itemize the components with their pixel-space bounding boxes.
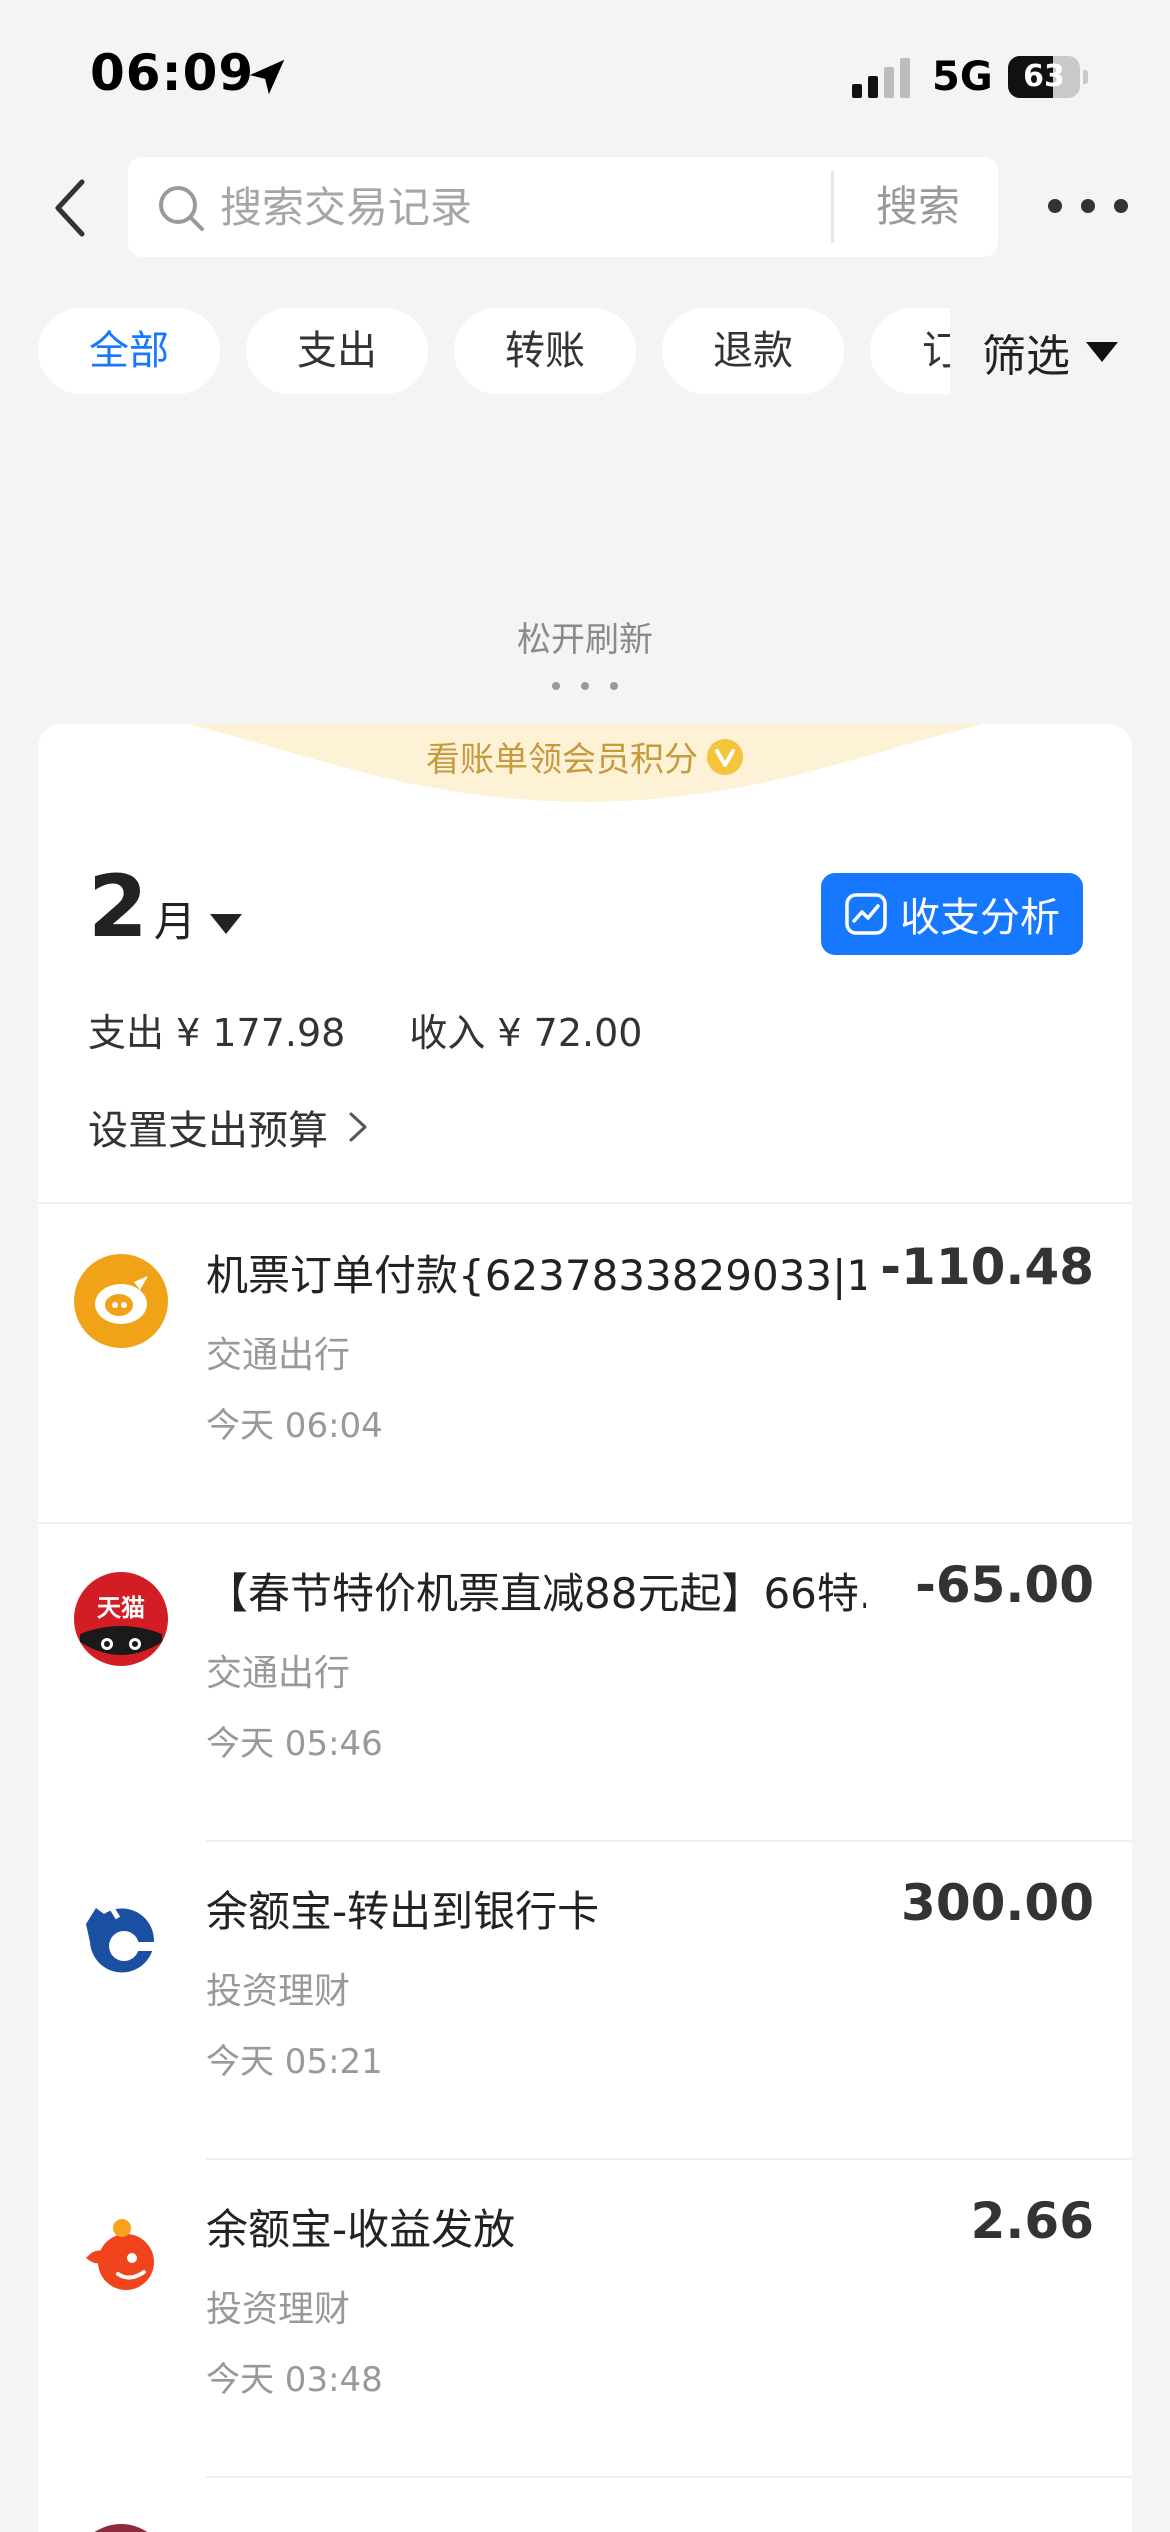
filter-button[interactable]: 筛选 <box>982 312 1118 392</box>
battery-percent: 63 <box>1023 59 1065 94</box>
filter-label: 筛选 <box>982 331 1070 382</box>
analysis-label: 收支分析 <box>900 895 1060 941</box>
trend-chart-icon <box>845 893 887 935</box>
battery-icon: 63 <box>1008 56 1088 98</box>
caret-down-icon <box>1086 342 1118 362</box>
vip-badge-icon <box>707 738 743 775</box>
month-unit: 月 <box>153 897 196 946</box>
divider <box>206 2476 1132 2478</box>
transaction-title: 余额宝-收益发放 <box>206 2205 516 2254</box>
transaction-category: 投资理财 <box>206 1971 351 2012</box>
chip-all[interactable]: 全部 <box>38 308 220 394</box>
transaction-time: 今天 05:46 <box>206 1724 383 1764</box>
transaction-amount: 300.00 <box>901 1874 1094 1932</box>
status-bar: 06:09 5G 63 <box>0 0 1170 150</box>
transaction-time: 今天 03:48 <box>206 2360 383 2400</box>
search-divider <box>831 171 834 243</box>
bill-card: 看账单领会员积分 2 月 收支分析 支出 ¥ 177.98 收入 ¥ 72.00… <box>38 724 1132 2532</box>
transaction-row[interactable]: 天猫 【春节特价机票直减88元起】66特... -65.00 交通出行 今天 0… <box>38 1522 1132 1840</box>
tmall-logo-text: 天猫 <box>97 1594 145 1622</box>
next-transaction-icon <box>94 2524 148 2532</box>
expense-total: 支出 ¥ 177.98 <box>88 1011 346 1055</box>
bank-logo-icon <box>86 1900 160 1973</box>
chevron-right-icon <box>349 1112 367 1142</box>
location-arrow-icon <box>249 59 285 95</box>
transaction-title: 机票订单付款{6237833829033|1... <box>206 1251 866 1300</box>
signal-icon <box>852 58 910 98</box>
search-button[interactable]: 搜索 <box>838 157 998 257</box>
chip-refund[interactable]: 退款 <box>662 308 844 394</box>
transaction-row[interactable]: 余额宝-收益发放 2.66 投资理财 今天 03:48 <box>38 2158 1132 2476</box>
set-budget-link[interactable]: 设置支出预算 <box>88 1098 370 1156</box>
pull-refresh-text: 松开刷新 <box>517 620 653 660</box>
transaction-row[interactable]: 余额宝-转出到银行卡 300.00 投资理财 今天 05:21 <box>38 1840 1132 2158</box>
more-dot-icon <box>1048 199 1062 213</box>
income-total: 收入 ¥ 72.00 <box>409 1011 643 1055</box>
transaction-title: 余额宝-转出到银行卡 <box>206 1887 600 1936</box>
transaction-row[interactable]: 机票订单付款{6237833829033|1... -110.48 交通出行 今… <box>38 1204 1132 1522</box>
back-button[interactable] <box>40 170 100 246</box>
transaction-time: 今天 06:04 <box>206 1406 383 1446</box>
transaction-category: 交通出行 <box>206 1335 351 1376</box>
transaction-time: 今天 05:21 <box>206 2042 383 2082</box>
transaction-category: 交通出行 <box>206 1653 351 1694</box>
transaction-category: 投资理财 <box>206 2289 351 2330</box>
transaction-amount: -65.00 <box>915 1556 1094 1614</box>
member-points-banner[interactable]: 看账单领会员积分 <box>188 724 982 806</box>
more-dot-icon <box>1114 199 1128 213</box>
month-selector[interactable]: 2 月 <box>88 862 242 952</box>
loading-dots-icon <box>552 682 618 694</box>
chip-transfer[interactable]: 转账 <box>454 308 636 394</box>
chevron-left-icon <box>55 179 85 237</box>
more-options-button[interactable] <box>1048 184 1128 228</box>
caret-down-icon <box>209 914 242 934</box>
yuebao-income-icon <box>86 2219 154 2290</box>
banner-text: 看账单领会员积分 <box>426 740 698 780</box>
status-time: 06:09 <box>90 44 255 102</box>
flight-ticket-icon <box>74 1254 168 1348</box>
income-expense-analysis-button[interactable]: 收支分析 <box>821 873 1083 955</box>
month-number: 2 <box>88 857 148 957</box>
chip-expense[interactable]: 支出 <box>246 308 428 394</box>
month-summary: 支出 ¥ 177.98 收入 ¥ 72.00 <box>88 1002 642 1057</box>
network-label: 5G <box>932 54 993 100</box>
search-icon <box>159 186 204 231</box>
tmall-icon: 天猫 <box>74 1572 168 1666</box>
transaction-amount: -110.48 <box>880 1238 1094 1296</box>
transaction-amount: 2.66 <box>970 2192 1094 2250</box>
search-box[interactable]: 搜索 <box>128 157 998 257</box>
budget-label: 设置支出预算 <box>88 1108 328 1154</box>
more-dot-icon <box>1081 199 1095 213</box>
transaction-title: 【春节特价机票直减88元起】66特... <box>206 1569 866 1618</box>
